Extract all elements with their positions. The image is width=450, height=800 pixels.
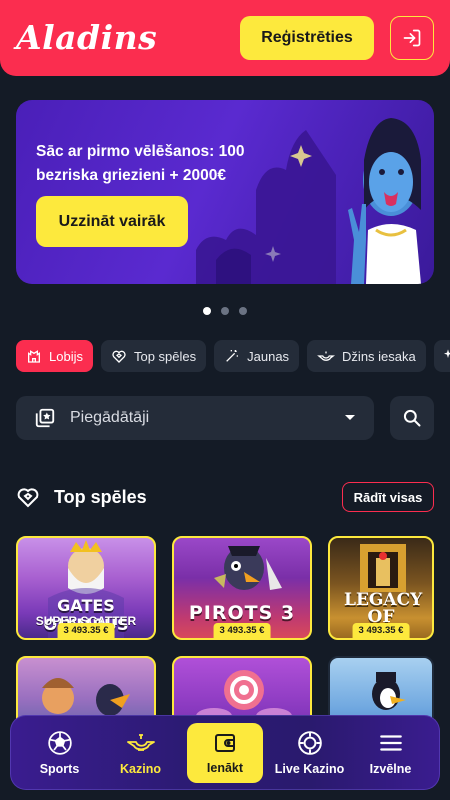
jackpot-badge: 3 493.35 €: [352, 623, 410, 638]
carousel-dots: [0, 307, 450, 315]
chip-lobby[interactable]: Lobijs: [16, 340, 93, 372]
chip-label: Lobijs: [49, 348, 83, 364]
game-card-pirots-3[interactable]: PIROTS 3 3 493.35 €: [172, 536, 312, 640]
aladins-logo[interactable]: Aladins: [16, 18, 157, 57]
login-icon-button[interactable]: [390, 16, 434, 60]
jackpot-badge: 3 493.35 €: [213, 623, 271, 638]
banner-illustration: [196, 118, 421, 284]
heart-diamond-icon: [17, 488, 39, 508]
promo-banner[interactable]: Sāc ar pirmo vēlēšanos: 100 bezriska gri…: [16, 100, 434, 284]
learn-more-button[interactable]: Uzzināt vairāk: [36, 196, 188, 247]
nav-login-button[interactable]: Ienākt: [187, 722, 263, 783]
bottom-navigation: Sports Kazino Ienākt Live Kazino Izvēlne: [10, 715, 440, 790]
castle-icon: [28, 350, 40, 363]
nav-menu[interactable]: Izvēlne: [350, 723, 431, 783]
genie-lamp-icon: [126, 733, 155, 751]
hamburger-menu-icon: [379, 734, 402, 751]
nav-sports[interactable]: Sports: [19, 723, 100, 783]
carousel-dot-1[interactable]: [203, 307, 211, 315]
nav-label: Ienākt: [206, 760, 244, 775]
heart-diamond-icon: [112, 350, 126, 363]
wallet-icon: [215, 733, 235, 752]
casino-chip-icon: [297, 730, 322, 755]
banner-headline: Sāc ar pirmo vēlēšanos: 100 bezriska gri…: [36, 143, 245, 184]
genie-lamp-icon: [317, 351, 336, 361]
chip-label: Jaunas: [247, 348, 290, 364]
login-icon: [403, 29, 421, 47]
magic-wand-icon: [226, 350, 239, 362]
providers-dropdown[interactable]: Piegādātāji: [16, 396, 374, 440]
chip-label: Top spēles: [133, 348, 197, 364]
chip-label: Džins iesaka: [342, 348, 416, 364]
jackpot-badge: 3 493.35 €: [57, 623, 115, 638]
nav-casino[interactable]: Kazino: [100, 723, 181, 783]
chip-top-games[interactable]: Top spēles: [100, 340, 207, 372]
top-games-section-header: Top spēles Rādīt visas: [16, 482, 434, 512]
section-title: Top spēles: [54, 486, 147, 507]
nav-label: Izvēlne: [369, 761, 412, 776]
soccer-ball-icon: [47, 730, 72, 755]
carousel-dot-2[interactable]: [221, 307, 229, 315]
chevron-down-icon: [345, 415, 355, 420]
chip-genie-recommends[interactable]: Džins iesaka: [307, 340, 426, 372]
game-title: PIROTS 3: [188, 602, 296, 624]
search-icon: [403, 409, 421, 427]
sparkle-icon: [443, 349, 450, 358]
carousel-dot-3[interactable]: [239, 307, 247, 315]
register-button[interactable]: Reģistrēties: [240, 16, 374, 60]
search-button[interactable]: [390, 396, 434, 440]
category-chips: Lobijs Top spēles Jaunas Džins iesaka: [16, 340, 450, 372]
chip-new[interactable]: Jaunas: [214, 340, 300, 372]
game-card-gates-olympus[interactable]: GATES OLYMPUS SUPER SCATTER 3 493.35 €: [16, 536, 156, 640]
nav-label: Kazino: [120, 761, 161, 776]
providers-label: Piegādātāji: [70, 409, 150, 426]
top-header: Aladins Reģistrēties: [0, 0, 450, 76]
providers-icon: [35, 408, 55, 428]
nav-live-casino[interactable]: Live Kazino: [269, 723, 350, 783]
nav-label: Live Kazino: [274, 761, 345, 776]
game-card-legacy-of-dead[interactable]: LEGACY OF DEAD 3 493.35 €: [328, 536, 434, 640]
nav-label: Sports: [39, 761, 80, 776]
show-all-button[interactable]: Rādīt visas: [342, 482, 434, 512]
chip-more[interactable]: [433, 340, 450, 372]
